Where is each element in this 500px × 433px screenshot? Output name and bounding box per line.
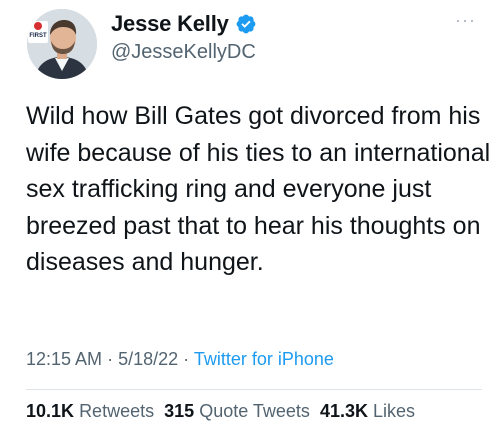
quote-tweets-label: Quote Tweets (199, 401, 310, 421)
avatar[interactable]: FIRST (27, 9, 97, 79)
meta-separator: · (183, 349, 190, 369)
likes-stat[interactable]: 41.3K Likes (320, 401, 415, 421)
retweets-label: Retweets (79, 401, 155, 421)
tweet-time[interactable]: 12:15 AM (26, 349, 102, 369)
tweet-text: Wild how Bill Gates got divorced from hi… (26, 102, 491, 276)
author-display-name[interactable]: Jesse Kelly (111, 11, 229, 37)
quote-tweets-count: 315 (164, 401, 195, 421)
more-options-icon[interactable]: ··· (455, 10, 476, 31)
meta-separator: · (107, 349, 114, 369)
quote-tweets-stat[interactable]: 315 Quote Tweets (164, 401, 310, 421)
tweet-source-link[interactable]: Twitter for iPhone (194, 349, 334, 369)
tweet-meta: 12:15 AM · 5/18/22 · Twitter for iPhone (26, 349, 334, 370)
author-name-row: Jesse Kelly (111, 11, 257, 37)
retweets-count: 10.1K (26, 401, 75, 421)
likes-label: Likes (373, 401, 416, 421)
tweet-date[interactable]: 5/18/22 (118, 349, 178, 369)
avatar-badge-text: FIRST (29, 33, 47, 39)
avatar-image: FIRST (27, 9, 97, 79)
author-handle[interactable]: @JesseKellyDC (111, 41, 256, 64)
divider (26, 389, 482, 390)
retweets-stat[interactable]: 10.1K Retweets (26, 401, 154, 421)
likes-count: 41.3K (319, 401, 368, 421)
tweet-card: FIRST Jesse Kelly @JesseKellyDC ··· Wild… (0, 0, 500, 433)
tweet-stats: 10.1K Retweets 315 Quote Tweets 41.3K Li… (26, 401, 415, 422)
verified-badge-icon (236, 14, 256, 34)
